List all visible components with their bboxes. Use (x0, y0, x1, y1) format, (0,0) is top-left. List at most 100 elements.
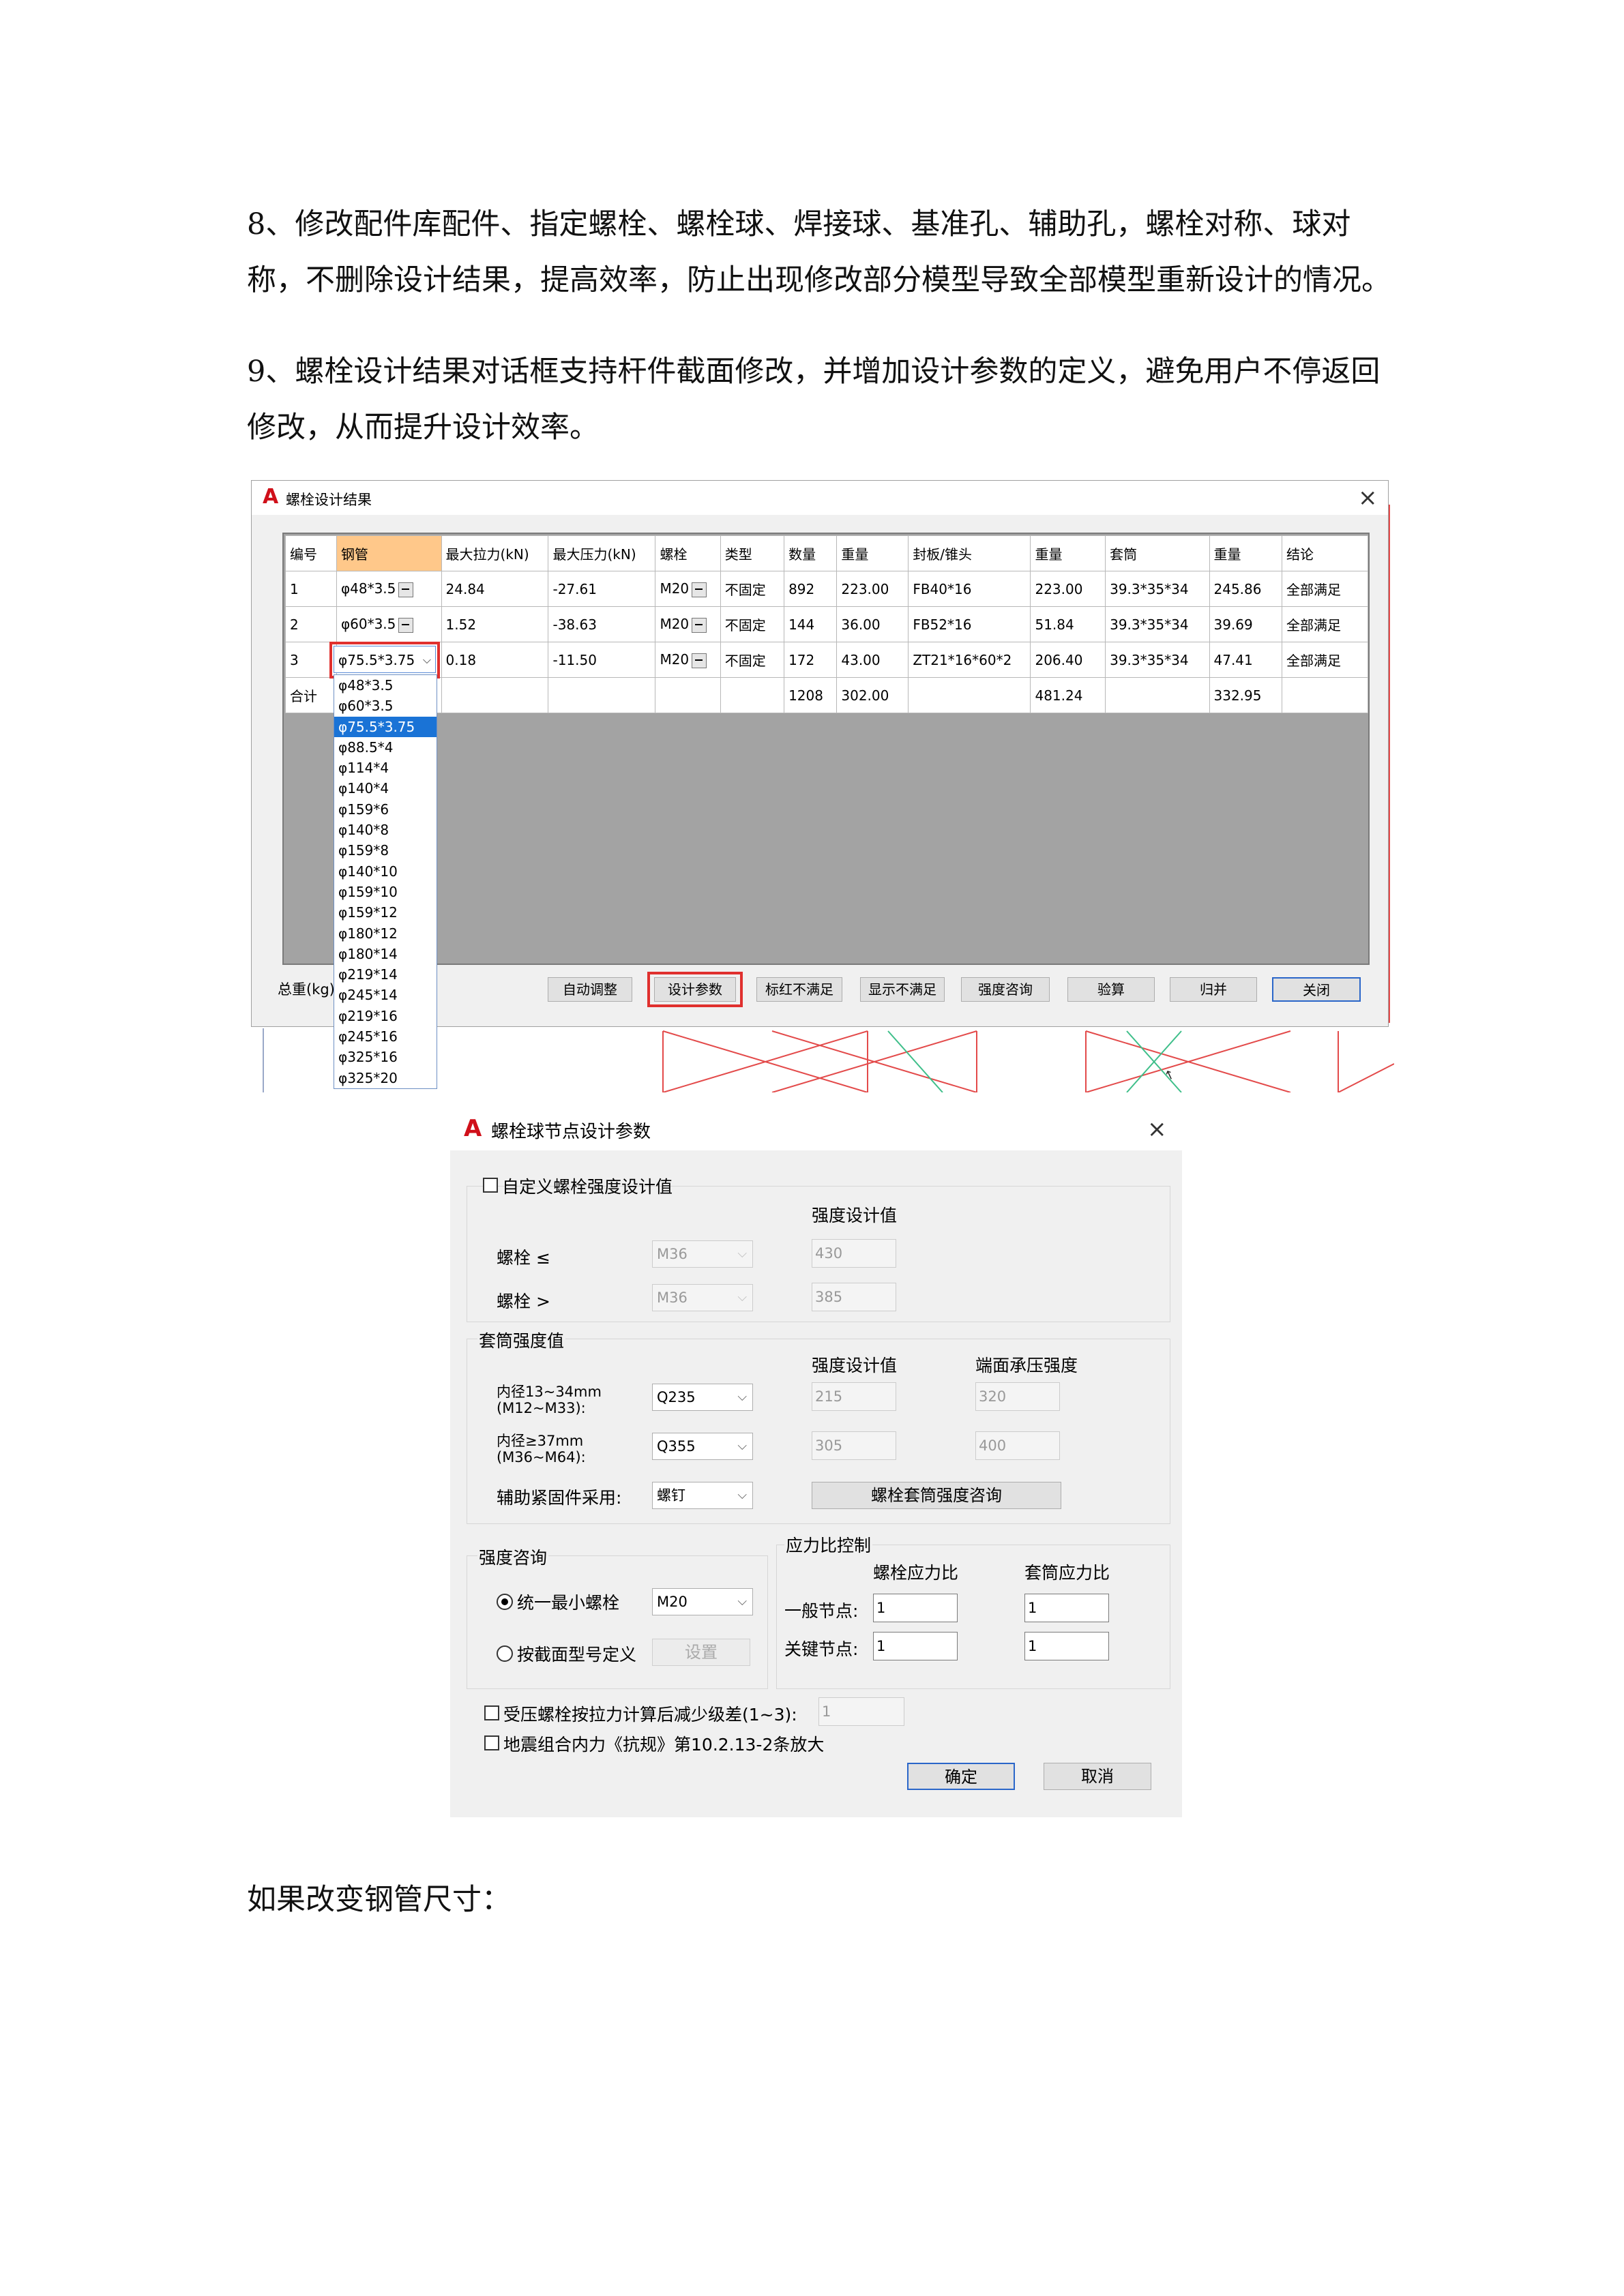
table-cell[interactable]: φ60*3.5 (336, 606, 442, 642)
table-cell[interactable]: 0.18 (441, 642, 549, 678)
cancel-button[interactable]: 取消 (1044, 1763, 1151, 1790)
dropdown-option[interactable]: φ180*14 (334, 944, 437, 964)
table-cell[interactable]: 245.86 (1209, 571, 1282, 607)
inner-1-bearing-input[interactable]: 320 (975, 1382, 1060, 1411)
table-cell[interactable] (908, 677, 1031, 713)
cell-dropdown-button[interactable] (692, 653, 707, 668)
bolt-gt-grade-select[interactable]: M36 ⌵ (652, 1284, 753, 1311)
table-cell[interactable]: 206.40 (1030, 642, 1106, 678)
table-cell[interactable]: 合计 (285, 677, 337, 713)
table-cell[interactable]: 223.00 (836, 571, 909, 607)
dropdown-option[interactable]: φ180*12 (334, 923, 437, 944)
reduce-grade-checkbox[interactable] (484, 1705, 499, 1720)
table-cell[interactable] (720, 677, 785, 713)
column-header[interactable]: 封板/锥头 (908, 535, 1031, 571)
table-cell[interactable] (1105, 677, 1210, 713)
table-cell[interactable]: 39.3*35*34 (1105, 571, 1210, 607)
table-row[interactable]: 合计 1208 302.00 481.24 332.95 (285, 677, 1368, 713)
table-cell[interactable]: -27.61 (548, 571, 656, 607)
setting-button[interactable]: 设置 (652, 1639, 750, 1666)
table-cell[interactable]: M20 (655, 642, 721, 678)
dropdown-option[interactable]: φ75.5*3.75 (334, 716, 437, 737)
column-header[interactable]: 重量 (1209, 535, 1282, 571)
dropdown-option[interactable]: φ219*16 (334, 1006, 437, 1026)
close-button[interactable]: 关闭 (1272, 977, 1361, 1002)
auto-adjust-button[interactable]: 自动调整 (548, 977, 632, 1002)
cell-dropdown-button[interactable] (692, 582, 707, 597)
table-cell[interactable]: M20 (655, 606, 721, 642)
close-icon[interactable]: × (1147, 1118, 1167, 1141)
column-header[interactable]: 重量 (836, 535, 909, 571)
column-header[interactable]: 最大压力(kN) (548, 535, 656, 571)
table-cell[interactable]: 24.84 (441, 571, 549, 607)
column-header[interactable]: 螺栓 (655, 535, 721, 571)
cell-dropdown-button[interactable] (692, 617, 707, 633)
table-cell[interactable]: 不固定 (720, 606, 785, 642)
table-cell[interactable]: 332.95 (1209, 677, 1282, 713)
table-cell[interactable]: 481.24 (1030, 677, 1106, 713)
table-row[interactable]: 1 φ48*3.5 24.84 -27.61 M20 不固定 892 223.00 FB40*1… (285, 571, 1368, 607)
dropdown-option[interactable]: φ140*8 (334, 820, 437, 840)
unified-min-bolt-radio[interactable] (497, 1594, 513, 1610)
table-row[interactable]: 3 0.18 -11.50 M20 不固定 172 43.00 ZT21*16*60*2 206… (285, 642, 1368, 678)
inner-1-grade-select[interactable]: Q235 ⌵ (652, 1384, 753, 1411)
column-header[interactable]: 套筒 (1105, 535, 1210, 571)
bolt-le-strength-input[interactable]: 430 (812, 1239, 896, 1268)
dropdown-option[interactable]: φ48*3.5 (334, 675, 437, 696)
table-cell[interactable]: ZT21*16*60*2 (908, 642, 1031, 678)
dropdown-option[interactable]: φ60*3.5 (334, 696, 437, 716)
column-header[interactable]: 重量 (1030, 535, 1106, 571)
bolt-gt-strength-input[interactable]: 385 (812, 1283, 896, 1311)
table-cell[interactable]: 全部满足 (1282, 606, 1368, 642)
table-cell[interactable]: 39.3*35*34 (1105, 606, 1210, 642)
table-cell[interactable]: 302.00 (836, 677, 909, 713)
cell-dropdown-button[interactable] (398, 582, 414, 597)
table-cell[interactable]: FB40*16 (908, 571, 1031, 607)
table-cell[interactable]: 892 (784, 571, 838, 607)
sleeve-consult-button[interactable]: 螺栓套筒强度咨询 (812, 1482, 1061, 1509)
dropdown-option[interactable]: φ325*16 (334, 1047, 437, 1067)
bolt-le-grade-select[interactable]: M36 ⌵ (652, 1240, 753, 1268)
dropdown-option[interactable]: φ114*4 (334, 758, 437, 778)
inner-1-strength-input[interactable]: 215 (812, 1382, 896, 1411)
inner-2-grade-select[interactable]: Q355 ⌵ (652, 1433, 753, 1460)
table-cell[interactable]: 144 (784, 606, 838, 642)
fastener-select[interactable]: 螺钉 ⌵ (652, 1482, 753, 1509)
normal-bolt-ratio-input[interactable]: 1 (873, 1594, 958, 1622)
table-cell[interactable]: 36.00 (836, 606, 909, 642)
table-cell[interactable]: 全部满足 (1282, 642, 1368, 678)
table-cell[interactable]: 47.41 (1209, 642, 1282, 678)
table-row[interactable]: 2 φ60*3.5 1.52 -38.63 M20 不固定 144 36.00 FB52*16 5… (285, 606, 1368, 642)
dropdown-option[interactable]: φ140*10 (334, 861, 437, 882)
key-sleeve-ratio-input[interactable]: 1 (1024, 1632, 1109, 1660)
table-cell[interactable]: 39.3*35*34 (1105, 642, 1210, 678)
table-cell[interactable]: 2 (285, 606, 337, 642)
column-header[interactable]: 钢管 (336, 535, 442, 571)
dropdown-option[interactable]: φ325*20 (334, 1068, 437, 1088)
inner-2-strength-input[interactable]: 305 (812, 1431, 896, 1460)
table-cell[interactable]: 1208 (784, 677, 838, 713)
check-button[interactable]: 验算 (1067, 977, 1155, 1002)
seismic-amplify-checkbox[interactable] (484, 1735, 499, 1750)
table-cell[interactable]: 不固定 (720, 642, 785, 678)
table-cell[interactable]: FB52*16 (908, 606, 1031, 642)
table-cell[interactable]: 不固定 (720, 571, 785, 607)
dropdown-option[interactable]: φ159*10 (334, 882, 437, 902)
ok-button[interactable]: 确定 (907, 1763, 1015, 1790)
table-cell[interactable]: 1.52 (441, 606, 549, 642)
column-header[interactable]: 结论 (1282, 535, 1368, 571)
dropdown-option[interactable]: φ159*6 (334, 799, 437, 820)
dropdown-option[interactable]: φ245*14 (334, 985, 437, 1005)
dropdown-option[interactable]: φ219*14 (334, 964, 437, 985)
table-cell[interactable]: 51.84 (1030, 606, 1106, 642)
dropdown-option[interactable]: φ140*4 (334, 778, 437, 799)
table-cell[interactable]: 172 (784, 642, 838, 678)
normal-sleeve-ratio-input[interactable]: 1 (1024, 1594, 1109, 1622)
column-header[interactable]: 数量 (784, 535, 838, 571)
table-cell[interactable]: 1 (285, 571, 337, 607)
show-unsatisfied-button[interactable]: 显示不满足 (860, 977, 945, 1002)
column-header[interactable]: 类型 (720, 535, 785, 571)
dropdown-option[interactable]: φ159*8 (334, 840, 437, 861)
dropdown-list[interactable]: φ48*3.5 φ60*3.5 φ75.5*3.75 φ88.5*4 φ114*4 φ14… (334, 674, 437, 1089)
dropdown-option[interactable]: φ88.5*4 (334, 737, 437, 758)
